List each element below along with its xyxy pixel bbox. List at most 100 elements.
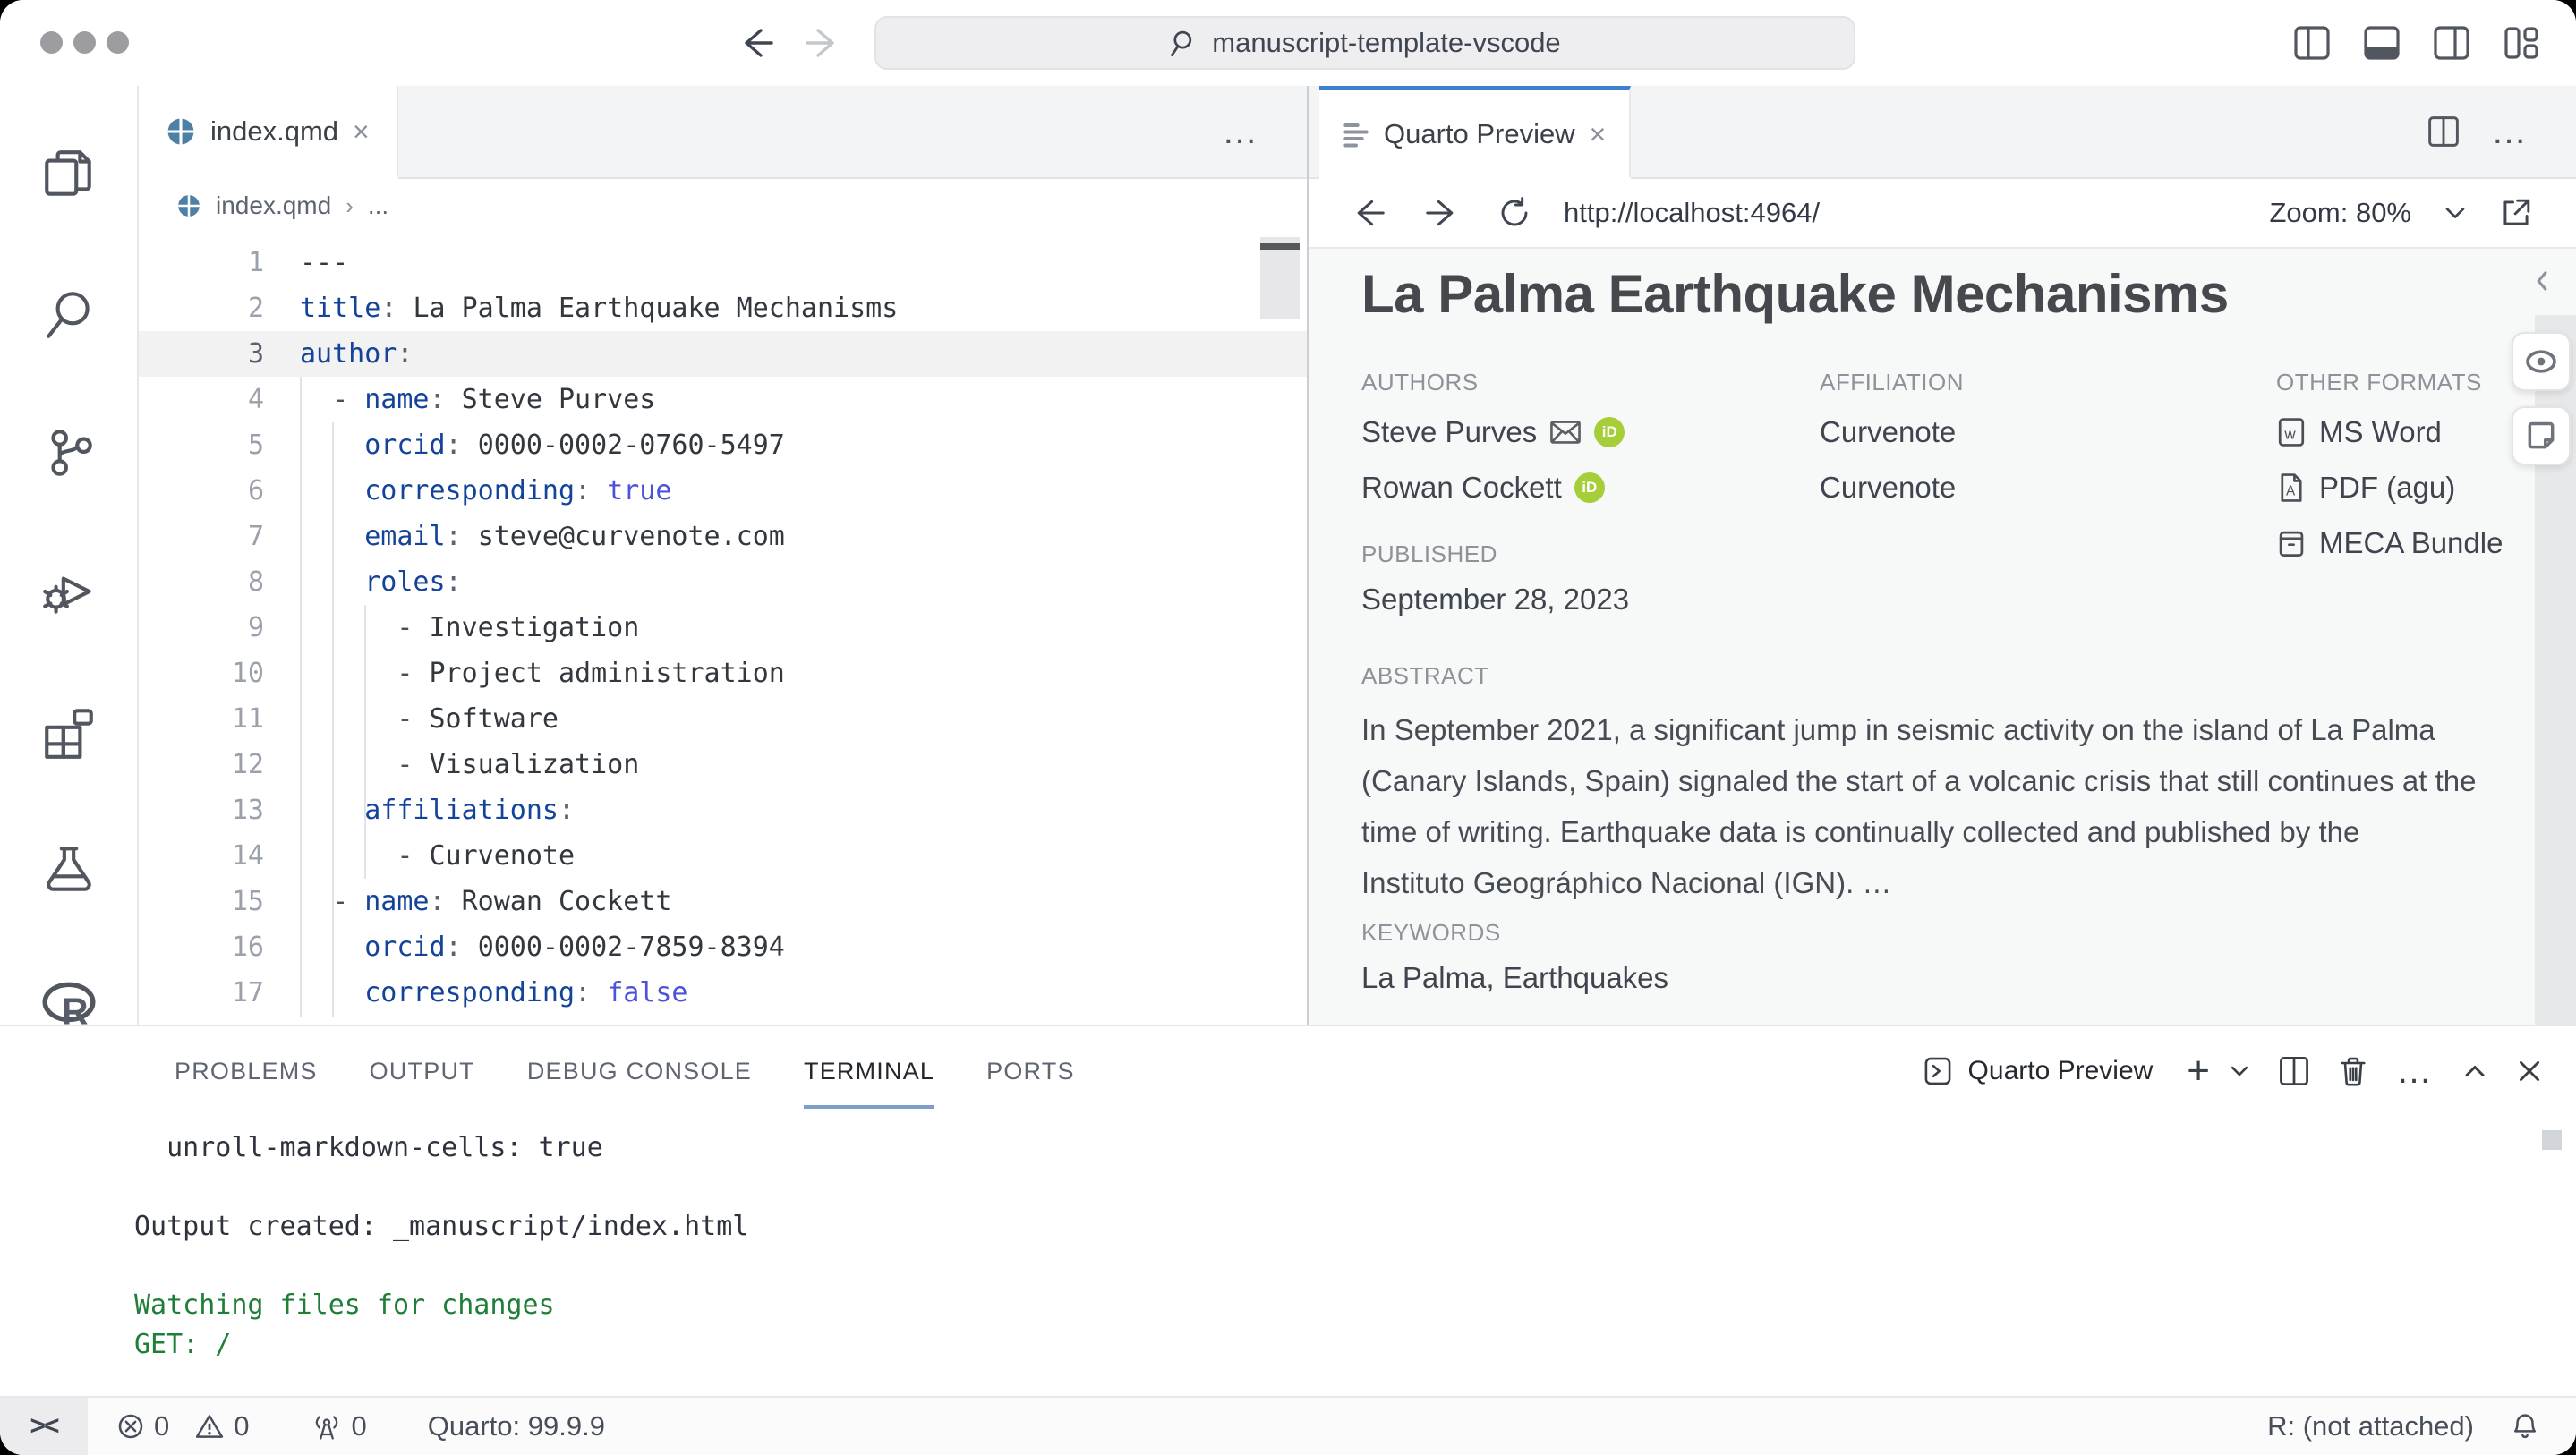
window-zoom-button[interactable] xyxy=(107,31,129,54)
new-terminal-plus-icon[interactable]: + xyxy=(2187,1055,2210,1086)
panel-tab-output[interactable]: OUTPUT xyxy=(370,1026,475,1116)
code-line[interactable]: 13 affiliations: xyxy=(139,787,1307,833)
code-line[interactable]: 8 roles: xyxy=(139,559,1307,605)
code-line[interactable]: 2title: La Palma Earthquake Mechanisms xyxy=(139,285,1307,331)
preview-url[interactable]: http://localhost:4964/ xyxy=(1564,197,1820,229)
tab-index-qmd[interactable]: index.qmd × xyxy=(139,86,398,177)
panel-tab-ports[interactable]: PORTS xyxy=(986,1026,1075,1116)
line-number: 9 xyxy=(139,605,264,651)
preview-zoom-label[interactable]: Zoom: 80% xyxy=(2269,197,2411,229)
orcid-icon[interactable]: iD xyxy=(1574,472,1605,503)
code-line[interactable]: 15 - name: Rowan Cockett xyxy=(139,879,1307,924)
tab-close-icon[interactable]: × xyxy=(1590,120,1607,149)
format-link-pdf[interactable]: A PDF (agu) xyxy=(2276,468,2503,507)
format-link-ms-word[interactable]: wMS Word xyxy=(2276,413,2503,452)
notifications-bell-icon[interactable] xyxy=(2510,1410,2540,1442)
warning-count: 0 xyxy=(234,1410,249,1442)
code-line[interactable]: 10 - Project administration xyxy=(139,651,1307,696)
terminal-selector[interactable]: Quarto Preview xyxy=(1922,1055,2154,1087)
customize-layout-icon[interactable] xyxy=(2503,23,2540,63)
code-line[interactable]: 4 - name: Steve Purves xyxy=(139,377,1307,422)
preview-visibility-button[interactable] xyxy=(2512,332,2571,391)
history-forward-icon[interactable] xyxy=(804,25,843,61)
panel-more-actions-icon[interactable]: … xyxy=(2396,1064,2435,1078)
split-editor-icon[interactable] xyxy=(2427,115,2461,149)
quarto-version-status[interactable]: Quarto: 99.9.9 xyxy=(428,1410,605,1442)
published-date: September 28, 2023 xyxy=(1361,583,1629,617)
window-minimize-button[interactable] xyxy=(73,31,96,54)
remote-indicator[interactable]: >< xyxy=(0,1398,88,1455)
code-line[interactable]: 14 - Curvenote xyxy=(139,833,1307,879)
maximize-panel-chevron-icon[interactable] xyxy=(2461,1058,2488,1085)
editor-more-actions-icon[interactable]: … xyxy=(1222,124,1260,139)
svg-text:A: A xyxy=(2286,484,2296,499)
breadcrumb[interactable]: index.qmd › ... xyxy=(139,179,1307,233)
breadcrumb-chevron-icon: › xyxy=(345,192,354,220)
explorer-icon[interactable] xyxy=(0,122,137,229)
problems-status[interactable]: 0 0 xyxy=(116,1410,250,1442)
line-number: 6 xyxy=(139,468,264,514)
code-line[interactable]: 3author: xyxy=(139,331,1307,377)
orcid-icon[interactable]: iD xyxy=(1594,417,1625,447)
extensions-icon[interactable] xyxy=(0,679,137,787)
panel-tab-terminal[interactable]: TERMINAL xyxy=(804,1026,934,1116)
code-line[interactable]: 17 corresponding: false xyxy=(139,970,1307,1016)
run-debug-icon[interactable] xyxy=(0,538,137,645)
open-external-icon[interactable] xyxy=(2499,196,2533,230)
format-label: PDF (agu) xyxy=(2319,471,2455,505)
terminal-line xyxy=(134,1247,2576,1286)
terminal-output[interactable]: unroll-markdown-cells: true Output creat… xyxy=(0,1116,2576,1396)
abstract-label: ABSTRACT xyxy=(1361,662,2476,690)
code-line[interactable]: 5 orcid: 0000-0002-0760-5497 xyxy=(139,422,1307,468)
kill-terminal-trash-icon[interactable] xyxy=(2337,1055,2369,1087)
tab-quarto-preview[interactable]: Quarto Preview × xyxy=(1319,86,1631,177)
preview-more-actions-icon[interactable]: … xyxy=(2491,124,2529,139)
terminal-line: GET: / xyxy=(134,1325,2576,1365)
keywords-label: KEYWORDS xyxy=(1361,919,1668,947)
code-line[interactable]: 6 corresponding: true xyxy=(139,468,1307,514)
status-bar: >< 0 0 0 Quarto: 99.9.9 R: (not at xyxy=(0,1396,2576,1455)
code-line[interactable]: 7 email: steve@curvenote.com xyxy=(139,514,1307,559)
breadcrumb-file[interactable]: index.qmd xyxy=(216,191,331,220)
format-link-meca[interactable]: MECA Bundle xyxy=(2276,523,2503,563)
code-line[interactable]: 11 - Software xyxy=(139,696,1307,742)
close-panel-icon[interactable] xyxy=(2515,1057,2544,1085)
code-editor[interactable]: 1---2title: La Palma Earthquake Mechanis… xyxy=(139,233,1307,1023)
history-back-icon[interactable] xyxy=(736,25,775,61)
code-line[interactable]: 12 - Visualization xyxy=(139,742,1307,787)
source-control-icon[interactable] xyxy=(0,399,137,506)
format-label: MECA Bundle xyxy=(2319,526,2503,560)
r-status[interactable]: R: (not attached) xyxy=(2267,1410,2474,1442)
panel-tab-problems[interactable]: PROBLEMS xyxy=(175,1026,318,1116)
email-icon[interactable] xyxy=(1549,419,1582,446)
window-close-button[interactable] xyxy=(40,31,63,54)
testing-flask-icon[interactable] xyxy=(0,815,137,923)
code-line[interactable]: 9 - Investigation xyxy=(139,605,1307,651)
command-center-search[interactable]: manuscript-template-vscode xyxy=(874,16,1855,70)
editor-tabbar: index.qmd × … xyxy=(139,86,1307,179)
split-terminal-icon[interactable] xyxy=(2278,1055,2310,1087)
search-sidebar-icon[interactable] xyxy=(0,260,137,368)
line-number: 3 xyxy=(139,331,264,377)
preview-back-icon[interactable] xyxy=(1351,197,1386,229)
breadcrumb-more[interactable]: ... xyxy=(368,191,388,220)
code-line[interactable]: 16 orcid: 0000-0002-7859-8394 xyxy=(139,924,1307,970)
vscode-window: manuscript-template-vscode xyxy=(0,0,2576,1455)
zoom-chevron-down-icon[interactable] xyxy=(2442,200,2469,226)
terminal-dropdown-chevron-icon[interactable] xyxy=(2228,1059,2251,1083)
collapse-panel-chevron-icon[interactable] xyxy=(2515,256,2569,306)
code-line[interactable]: 1--- xyxy=(139,240,1307,285)
terminal-scrollbar[interactable] xyxy=(2542,1130,2562,1150)
preview-forward-icon[interactable] xyxy=(1424,197,1460,229)
toggle-panel-icon[interactable] xyxy=(2363,23,2401,63)
line-number: 13 xyxy=(139,787,264,833)
tab-close-icon[interactable]: × xyxy=(353,117,370,146)
preview-toolbar: http://localhost:4964/ Zoom: 80% xyxy=(1309,179,2576,249)
preview-note-button[interactable] xyxy=(2512,406,2571,465)
preview-reload-icon[interactable] xyxy=(1497,196,1531,230)
toggle-primary-sidebar-icon[interactable] xyxy=(2293,23,2331,63)
ports-status[interactable]: 0 xyxy=(311,1410,367,1442)
line-number: 11 xyxy=(139,696,264,742)
toggle-secondary-sidebar-icon[interactable] xyxy=(2433,23,2470,63)
panel-tab-debug-console[interactable]: DEBUG CONSOLE xyxy=(527,1026,752,1116)
